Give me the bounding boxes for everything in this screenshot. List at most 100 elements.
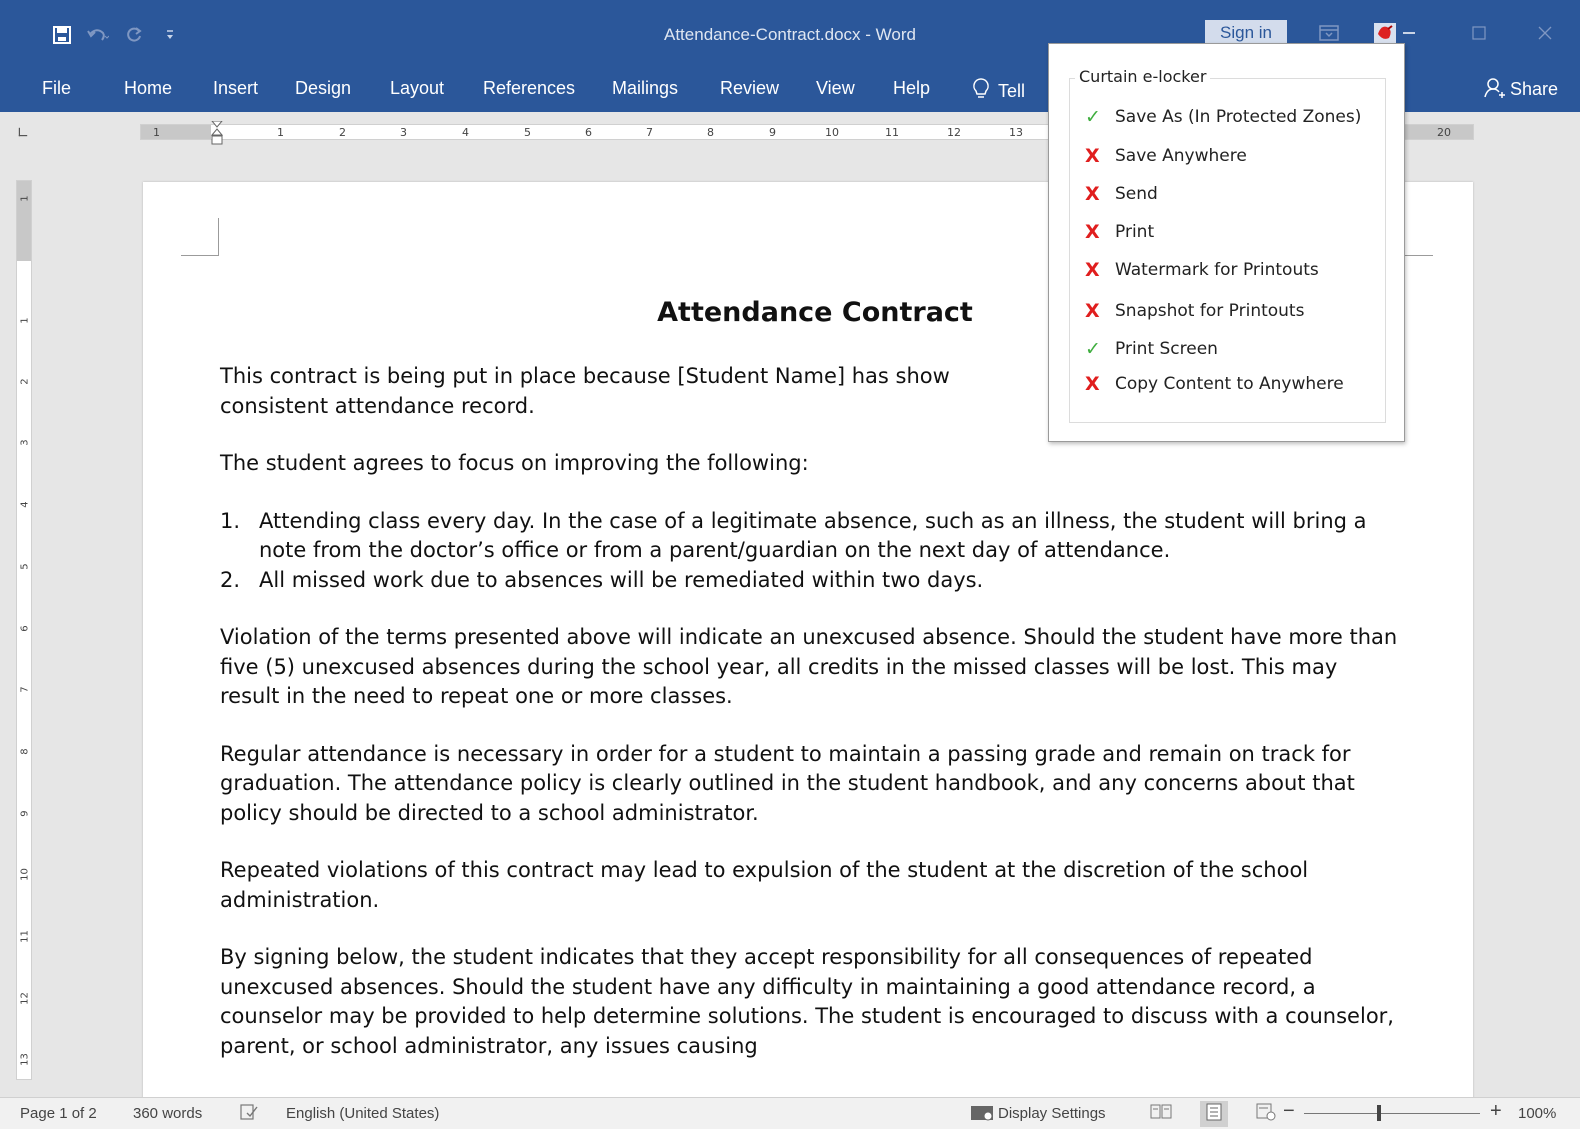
elocker-option-label: Send <box>1115 184 1158 204</box>
paragraph: The student agrees to focus on improving… <box>220 451 809 475</box>
elocker-option-label: Save As (In Protected Zones) <box>1115 107 1362 127</box>
v-ruler-tick: 10 <box>19 868 31 881</box>
v-ruler-tick: 2 <box>19 378 31 385</box>
h-ruler-tick: 6 <box>585 126 592 139</box>
window-title: Attendance-Contract.docx - Word <box>664 25 916 44</box>
zoom-out-button[interactable]: − <box>1283 1100 1295 1123</box>
zoom-slider-thumb[interactable] <box>1377 1105 1381 1121</box>
list-item: 2. All missed work due to absences will b… <box>220 566 1400 596</box>
elocker-option-label: Print Screen <box>1115 339 1218 359</box>
h-ruler-tick: 9 <box>769 126 776 139</box>
zoom-level[interactable]: 100% <box>1518 1105 1556 1122</box>
check-icon: ✓ <box>1085 106 1101 128</box>
v-ruler-tick: 6 <box>19 625 31 632</box>
vertical-ruler[interactable]: 1 1 2 3 4 5 6 7 8 9 10 11 12 13 <box>16 180 32 1080</box>
v-ruler-tick: 5 <box>19 563 31 570</box>
h-ruler-tick: 1 <box>153 126 160 139</box>
language-status[interactable]: English (United States) <box>286 1105 439 1122</box>
cross-icon: X <box>1085 373 1100 395</box>
elocker-option[interactable]: X Watermark for Printouts <box>1085 259 1319 281</box>
cross-icon: X <box>1085 300 1100 322</box>
tab-design[interactable]: Design <box>295 78 351 99</box>
web-layout-icon[interactable] <box>1256 1103 1276 1125</box>
h-ruler-tick: 11 <box>885 126 899 139</box>
tab-file[interactable]: File <box>42 78 71 99</box>
h-ruler-tick: 20 <box>1437 126 1451 139</box>
display-settings-button[interactable]: Display Settings <box>970 1105 1106 1125</box>
paragraph: Regular attendance is necessary in order… <box>220 741 1355 825</box>
paragraph-line: consistent attendance record. <box>220 393 535 418</box>
tab-view[interactable]: View <box>816 78 855 99</box>
list-item-text: All missed work due to absences will be … <box>259 567 984 592</box>
zoom-in-button[interactable]: + <box>1490 1100 1502 1123</box>
h-ruler-tick: 1 <box>277 126 284 139</box>
v-ruler-tick: 4 <box>19 501 31 508</box>
elocker-option[interactable]: X Send <box>1085 183 1158 205</box>
check-icon: ✓ <box>1085 338 1101 360</box>
elocker-option[interactable]: ✓ Print Screen <box>1085 338 1218 360</box>
elocker-title: Curtain e-locker <box>1075 67 1211 86</box>
cross-icon: X <box>1085 145 1100 167</box>
lightbulb-icon <box>972 78 990 105</box>
tell-me-label: Tell <box>998 81 1026 101</box>
h-ruler-tick: 13 <box>1009 126 1023 139</box>
page-count[interactable]: Page 1 of 2 <box>20 1105 97 1122</box>
read-mode-icon[interactable] <box>1150 1103 1172 1125</box>
paragraph: By signing below, the student indicates … <box>220 945 1394 1058</box>
tell-me-box[interactable]: Tell <box>972 78 1025 105</box>
elocker-option[interactable]: X Print <box>1085 221 1154 243</box>
v-ruler-tick: 1 <box>19 195 31 202</box>
tab-layout[interactable]: Layout <box>390 78 444 99</box>
word-count[interactable]: 360 words <box>133 1105 202 1122</box>
h-ruler-tick: 12 <box>947 126 961 139</box>
cross-icon: X <box>1085 183 1100 205</box>
elocker-option[interactable]: X Copy Content to Anywhere <box>1085 373 1344 395</box>
zoom-slider[interactable] <box>1304 1113 1480 1114</box>
list-item: 1. Attending class every day. In the case… <box>220 507 1400 566</box>
status-bar: Page 1 of 2 360 words English (United St… <box>0 1097 1580 1129</box>
elocker-option-label: Save Anywhere <box>1115 146 1247 166</box>
h-ruler-tick: 2 <box>339 126 346 139</box>
print-layout-icon[interactable] <box>1200 1101 1228 1127</box>
elocker-option[interactable]: ✓ Save As (In Protected Zones) <box>1085 106 1361 128</box>
h-ruler-tick: 4 <box>462 126 469 139</box>
tab-insert[interactable]: Insert <box>213 78 258 99</box>
proofing-icon[interactable] <box>240 1104 258 1124</box>
share-button[interactable]: Share <box>1484 78 1558 103</box>
maximize-icon[interactable] <box>1466 20 1492 46</box>
list-item-text: Attending class every day. In the case o… <box>259 508 1367 563</box>
curtain-elocker-popup: Curtain e-locker ✓ Save As (In Protected … <box>1048 43 1405 442</box>
elocker-option-label: Snapshot for Printouts <box>1115 301 1305 321</box>
v-ruler-tick: 3 <box>19 439 31 446</box>
person-icon <box>1484 78 1506 103</box>
close-icon[interactable] <box>1532 20 1558 46</box>
numbered-list: 1. Attending class every day. In the case… <box>220 507 1400 596</box>
tab-references[interactable]: References <box>483 78 575 99</box>
v-ruler-tick: 1 <box>19 317 31 324</box>
paragraph: Violation of the terms presented above w… <box>220 625 1398 708</box>
v-ruler-tick: 12 <box>19 992 31 1005</box>
h-ruler-tick: 5 <box>524 126 531 139</box>
elocker-option[interactable]: X Snapshot for Printouts <box>1085 300 1304 322</box>
h-ruler-tick: 8 <box>707 126 714 139</box>
display-settings-icon <box>970 1105 996 1125</box>
display-settings-label: Display Settings <box>998 1105 1106 1122</box>
tab-selector-icon[interactable] <box>18 127 28 137</box>
v-ruler-tick: 13 <box>19 1053 31 1066</box>
elocker-option[interactable]: X Save Anywhere <box>1085 145 1247 167</box>
paragraph: Repeated violations of this contract may… <box>220 858 1309 912</box>
elocker-option-label: Print <box>1115 222 1155 242</box>
indent-marker[interactable] <box>210 120 224 147</box>
v-ruler-tick: 9 <box>19 810 31 817</box>
tab-mailings[interactable]: Mailings <box>612 78 678 99</box>
tab-help[interactable]: Help <box>893 78 930 99</box>
elocker-option-label: Watermark for Printouts <box>1115 260 1319 280</box>
tab-home[interactable]: Home <box>124 78 172 99</box>
cross-icon: X <box>1085 259 1100 281</box>
v-ruler-tick: 7 <box>19 686 31 693</box>
list-number: 2. <box>220 567 241 592</box>
v-ruler-tick: 8 <box>19 748 31 755</box>
elocker-group-box <box>1069 78 1386 423</box>
tab-review[interactable]: Review <box>720 78 779 99</box>
left-margin-area <box>141 125 211 139</box>
